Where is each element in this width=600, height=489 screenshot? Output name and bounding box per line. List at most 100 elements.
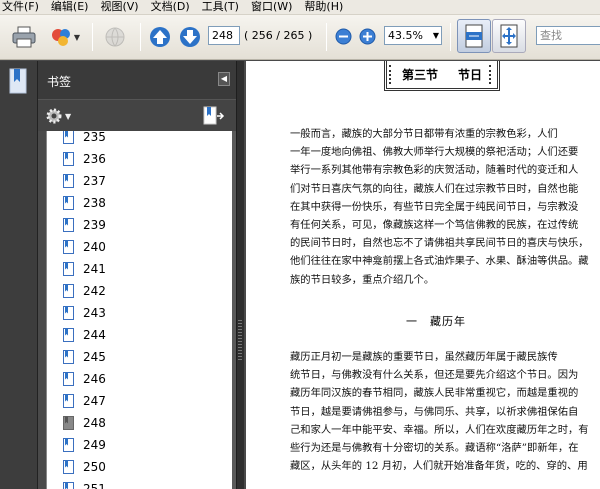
menu-help[interactable]: 帮助(H) bbox=[304, 0, 349, 14]
bookmark-icon bbox=[63, 438, 74, 452]
bookmark-item[interactable]: 248 bbox=[63, 412, 106, 434]
splitter-grip[interactable] bbox=[238, 320, 242, 360]
panel-splitter[interactable] bbox=[236, 61, 244, 489]
previous-page-button[interactable] bbox=[148, 25, 172, 49]
bookmark-item[interactable]: 249 bbox=[63, 434, 106, 456]
bookmark-icon bbox=[63, 306, 74, 320]
bookmark-item[interactable]: 251 bbox=[63, 478, 106, 489]
fit-page-button[interactable] bbox=[492, 19, 526, 53]
expand-bookmark-button[interactable] bbox=[202, 106, 226, 126]
bookmarks-tab-button[interactable] bbox=[7, 67, 31, 97]
bookmark-item[interactable]: 240 bbox=[63, 236, 106, 258]
bookmark-label: 241 bbox=[83, 262, 106, 276]
bookmark-item[interactable]: 245 bbox=[63, 346, 106, 368]
bookmark-panel-icon bbox=[9, 68, 27, 94]
page-number-input[interactable]: 248 bbox=[208, 26, 240, 45]
text-line: 节日，越是要请佛祖参与，与佛同乐、共享，以祈求佛祖保佑自 bbox=[290, 405, 579, 418]
zoom-out-icon bbox=[335, 28, 351, 44]
collaborate-button[interactable]: ▼ bbox=[48, 23, 82, 51]
arrow-up-icon bbox=[150, 27, 170, 47]
bookmark-label: 243 bbox=[83, 306, 106, 320]
bookmark-icon bbox=[63, 174, 74, 188]
menu-tools[interactable]: 工具(T) bbox=[202, 0, 245, 14]
print-button[interactable] bbox=[10, 23, 38, 51]
bookmark-icon bbox=[63, 394, 74, 408]
bookmark-icon bbox=[63, 482, 74, 489]
bookmark-go-icon bbox=[203, 106, 225, 125]
bookmark-label: 248 bbox=[83, 416, 106, 430]
secure-button[interactable] bbox=[100, 23, 130, 51]
text-line: 藏历年同汉族的春节相同，藏族人民非常重视它，而越是重视的 bbox=[290, 387, 579, 400]
zoom-in-button[interactable] bbox=[358, 27, 376, 45]
document-page: 第三节 节日 一般而言，藏族的大部分节日都带有浓重的宗教色彩，人们一年一度地向佛… bbox=[246, 61, 600, 489]
bookmark-icon bbox=[63, 350, 74, 364]
text-line: 统节日，与佛教没有什么关系，但还是要先介绍这个节日。因为 bbox=[290, 369, 579, 382]
bookmark-item[interactable]: 241 bbox=[63, 258, 106, 280]
menu-window[interactable]: 窗口(W) bbox=[251, 0, 298, 14]
subsection-heading: 一 藏历年 bbox=[406, 315, 466, 328]
bookmark-icon bbox=[63, 131, 74, 144]
section-banner: 第三节 节日 bbox=[384, 61, 500, 91]
navigation-pane-strip bbox=[0, 61, 38, 489]
bookmark-item[interactable]: 237 bbox=[63, 170, 106, 192]
bookmark-label: 251 bbox=[83, 482, 106, 489]
bookmark-item[interactable]: 247 bbox=[63, 390, 106, 412]
bookmark-item[interactable]: 242 bbox=[63, 280, 106, 302]
text-line: 一般而言，藏族的大部分节日都带有浓重的宗教色彩，人们 bbox=[290, 128, 558, 140]
bookmark-label: 250 bbox=[83, 460, 106, 474]
bookmark-item[interactable]: 239 bbox=[63, 214, 106, 236]
bookmark-label: 235 bbox=[83, 131, 106, 144]
menu-edit[interactable]: 编辑(E) bbox=[51, 0, 95, 14]
bookmark-label: 242 bbox=[83, 284, 106, 298]
bookmark-icon bbox=[63, 284, 74, 298]
bookmark-item[interactable]: 244 bbox=[63, 324, 106, 346]
bookmarks-panel-title: 书签 bbox=[47, 75, 72, 89]
globe-icon bbox=[105, 27, 125, 47]
bookmark-item[interactable]: 236 bbox=[63, 148, 106, 170]
text-line: 在其中获得一份快乐，有些节日完全属于纯民间节日，与宗教没 bbox=[290, 200, 579, 213]
text-line: 藏区，从头年的 12 月初，人们就开始准备年货，吃的、穿的、用 bbox=[290, 460, 588, 473]
page-count: ( 256 / 265 ) bbox=[244, 29, 313, 42]
next-page-button[interactable] bbox=[178, 25, 202, 49]
bookmark-item[interactable]: 243 bbox=[63, 302, 106, 324]
fit-page-icon bbox=[500, 24, 518, 48]
chevron-down-icon: ▼ bbox=[432, 31, 439, 40]
menu-file[interactable]: 文件(F) bbox=[2, 0, 45, 14]
bookmark-item[interactable]: 246 bbox=[63, 368, 106, 390]
bookmark-icon bbox=[63, 152, 74, 166]
bookmark-item[interactable]: 250 bbox=[63, 456, 106, 478]
search-input[interactable]: 查找 bbox=[536, 26, 600, 45]
section-number: 第三节 bbox=[401, 68, 438, 82]
bookmark-icon bbox=[63, 240, 74, 254]
body-paragraph-2: 藏历正月初一是藏族的重要节日，虽然藏历年属于藏民族传统节日，与佛教没有什么关系，… bbox=[290, 348, 589, 475]
menu-bar: 文件(F) 编辑(E) 视图(V) 文档(D) 工具(T) 窗口(W) 帮助(H… bbox=[0, 0, 600, 15]
bookmark-label: 249 bbox=[83, 438, 106, 452]
zoom-select[interactable]: 43.5% ▼ bbox=[384, 26, 442, 45]
menu-document[interactable]: 文档(D) bbox=[151, 0, 196, 14]
bookmark-label: 245 bbox=[83, 350, 106, 364]
text-line: 些行为还是与佛教有十分密切的关系。藏语称“洛萨”即新年，在 bbox=[290, 442, 579, 455]
text-line: 的民间节日时，自然也忘不了请佛祖共享民间节日的喜庆与快乐， bbox=[290, 237, 589, 250]
bookmark-label: 238 bbox=[83, 196, 106, 210]
bookmark-icon bbox=[63, 262, 74, 276]
bookmarks-panel-header: 书签 ◀ bbox=[38, 61, 236, 99]
zoom-value: 43.5% bbox=[388, 29, 423, 42]
bookmark-label: 240 bbox=[83, 240, 106, 254]
collapse-panel-button[interactable]: ◀ bbox=[218, 72, 230, 86]
bookmark-item[interactable]: 235 bbox=[63, 131, 106, 148]
chevron-down-icon: ▼ bbox=[73, 32, 81, 42]
arrow-down-icon bbox=[180, 27, 200, 47]
text-line: 藏历正月初一是藏族的重要节日，虽然藏历年属于藏民族传 bbox=[290, 351, 558, 363]
text-line: 一年一度地向佛祖、佛教大师举行大规模的祭祀活动；人们还要 bbox=[290, 146, 579, 159]
bookmark-label: 237 bbox=[83, 174, 106, 188]
options-button[interactable]: ▼ bbox=[45, 107, 75, 125]
bookmarks-toolbar: ▼ bbox=[38, 99, 236, 131]
bookmark-icon bbox=[63, 372, 74, 386]
menu-view[interactable]: 视图(V) bbox=[100, 0, 144, 14]
bookmark-item[interactable]: 238 bbox=[63, 192, 106, 214]
bookmark-icon bbox=[63, 460, 74, 474]
bookmark-icon bbox=[63, 218, 74, 232]
bookmarks-list: 235 236 237 238 239 240 241 242 243 244 245 246 247 2… bbox=[46, 131, 232, 489]
fit-width-button[interactable] bbox=[457, 19, 491, 53]
zoom-out-button[interactable] bbox=[334, 27, 352, 45]
